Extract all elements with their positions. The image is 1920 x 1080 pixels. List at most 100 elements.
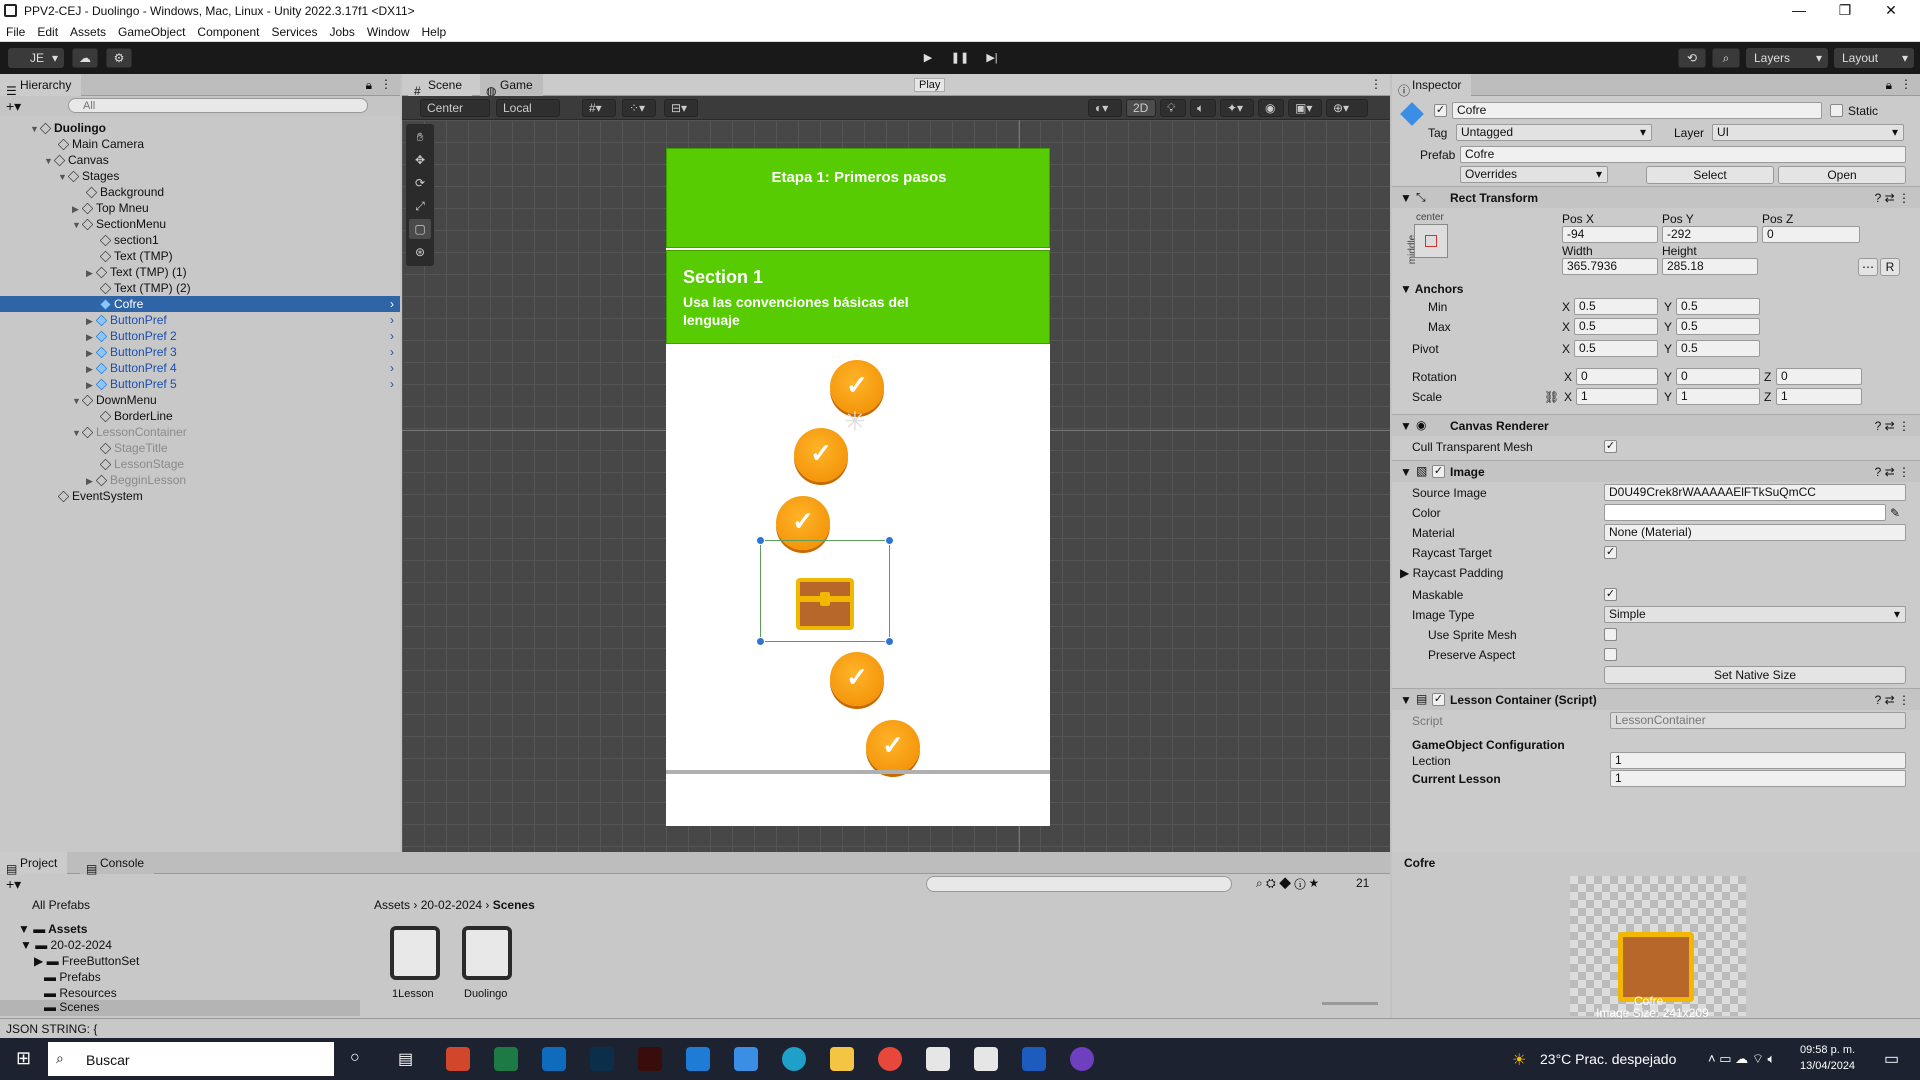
anchors-label[interactable]: ▼ Anchors (1400, 282, 1463, 296)
lesson-enabled-checkbox[interactable]: ✓ (1432, 693, 1445, 706)
breadcrumb-assets[interactable]: Assets (374, 898, 410, 912)
view-tool-hand-icon[interactable]: ✋︎ (409, 127, 431, 147)
menu-file[interactable]: File (6, 22, 25, 42)
raycast-padding-label[interactable]: ▶ Raycast Padding (1400, 566, 1503, 580)
hierarchy-item-buttonpref-2[interactable]: ▶ ButtonPref 2 › (0, 328, 400, 344)
menu-window[interactable]: Window (367, 22, 410, 42)
breadcrumb-date[interactable]: 20-02-2024 (421, 898, 482, 912)
pause-button[interactable]: ❚❚ (948, 49, 972, 67)
chevron-right-icon[interactable]: › (390, 312, 394, 328)
pivot-local-dropdown[interactable]: Local (496, 99, 560, 117)
audio-icon[interactable]: 🔈︎ (1190, 99, 1216, 117)
tab-scene[interactable]: # Scene (408, 74, 473, 98)
edge-icon[interactable] (782, 1047, 806, 1071)
tree-folder-date[interactable]: ▼ ▬ 20-02-2024 (20, 938, 112, 952)
grid-snap-icon[interactable]: #▾ (582, 99, 616, 117)
color-swatch[interactable] (1604, 504, 1886, 521)
hierarchy-item-stagetitle[interactable]: StageTitle (0, 440, 400, 456)
raw-edit-button[interactable]: R (1880, 258, 1900, 276)
tree-scenes[interactable]: ▬ Scenes (0, 1000, 360, 1016)
component-menu-icons[interactable]: ? ⇄ ⋮ (1875, 419, 1910, 433)
powerpoint-icon[interactable] (446, 1047, 470, 1071)
pos-z-field[interactable]: 0 (1762, 226, 1860, 243)
status-message[interactable]: JSON STRING: { (6, 1022, 97, 1036)
hierarchy-item-lessoncontainer[interactable]: ▼ LessonContainer (0, 424, 400, 440)
preserve-aspect-checkbox[interactable] (1604, 648, 1617, 661)
file-explorer-icon[interactable] (830, 1047, 854, 1071)
hierarchy-item-sectionmenu[interactable]: ▼ SectionMenu (0, 216, 400, 232)
current-lesson-field[interactable]: 1 (1610, 770, 1906, 787)
component-menu-icons[interactable]: ? ⇄ ⋮ (1875, 693, 1910, 707)
layout-dropdown[interactable]: Layout (1834, 48, 1914, 68)
lighting-icon[interactable]: 💡︎ (1160, 99, 1186, 117)
pivot-center-dropdown[interactable]: Center (420, 99, 490, 117)
close-button[interactable]: ✕ (1868, 0, 1914, 22)
github-icon[interactable] (1070, 1047, 1094, 1071)
open-button[interactable]: Open (1778, 166, 1906, 184)
effects-icon[interactable]: ✦▾ (1220, 99, 1254, 117)
chrome-icon[interactable] (878, 1047, 902, 1071)
ruler-icon[interactable]: ⊟▾ (664, 99, 698, 117)
image-header[interactable]: ▼ ▧ ✓ Image ? ⇄ ⋮ (1392, 460, 1920, 482)
word-icon[interactable] (1022, 1047, 1046, 1071)
breadcrumb-scenes[interactable]: Scenes (493, 898, 535, 912)
cull-checkbox[interactable]: ✓ (1604, 440, 1617, 453)
windows-start-icon[interactable]: ⊞ (16, 1048, 31, 1069)
set-native-size-button[interactable]: Set Native Size (1604, 666, 1906, 684)
project-search-input[interactable] (926, 876, 1232, 892)
hierarchy-item-buttonpref-3[interactable]: ▶ ButtonPref 3 › (0, 344, 400, 360)
visibility-icon[interactable]: ◉ (1258, 99, 1284, 117)
canvas-renderer-header[interactable]: ▼ ◉ Canvas Renderer ? ⇄ ⋮ (1392, 414, 1920, 436)
hierarchy-item-buttonpref-4[interactable]: ▶ ButtonPref 4 › (0, 360, 400, 376)
layers-dropdown[interactable]: Layers (1746, 48, 1828, 68)
selection-rect[interactable] (756, 536, 894, 646)
overrides-dropdown[interactable]: Overrides (1460, 166, 1608, 183)
component-menu-icons[interactable]: ? ⇄ ⋮ (1875, 191, 1910, 205)
cortana-icon[interactable]: ○ (350, 1049, 360, 1067)
menu-services[interactable]: Services (271, 22, 317, 42)
hierarchy-item-buttonpref-5[interactable]: ▶ ButtonPref 5 › (0, 376, 400, 392)
anchor-max-x-field[interactable]: 0.5 (1574, 318, 1658, 335)
history-icon[interactable]: ⟲ (1678, 48, 1706, 68)
maskable-checkbox[interactable]: ✓ (1604, 588, 1617, 601)
anchor-preset-button[interactable] (1414, 224, 1448, 258)
anchor-max-y-field[interactable]: 0.5 (1676, 318, 1760, 335)
hierarchy-search-input[interactable] (68, 98, 368, 113)
chevron-right-icon[interactable]: › (390, 296, 394, 312)
unity-scene-icon[interactable] (462, 926, 512, 980)
maximize-button[interactable]: ❐ (1822, 0, 1868, 22)
menu-jobs[interactable]: Jobs (329, 22, 354, 42)
menu-gameobject[interactable]: GameObject (118, 22, 185, 42)
hierarchy-item-background[interactable]: Background (0, 184, 400, 200)
select-button[interactable]: Select (1646, 166, 1774, 184)
scale-tool-icon[interactable]: ⤢ (409, 196, 431, 216)
rotation-x-field[interactable]: 0 (1576, 368, 1658, 385)
unity-scene-icon[interactable] (390, 926, 440, 980)
eyedropper-icon[interactable]: ✎ (1890, 506, 1900, 520)
menu-component[interactable]: Component (197, 22, 259, 42)
height-field[interactable]: 285.18 (1662, 258, 1758, 275)
search-icon[interactable]: ⌕ (1712, 48, 1740, 68)
resize-handle[interactable] (756, 637, 765, 646)
clock-time[interactable]: 09:58 p. m. (1800, 1044, 1855, 1056)
clock-date[interactable]: 13/04/2024 (1800, 1060, 1855, 1072)
unity-hub-icon[interactable] (926, 1047, 950, 1071)
hierarchy-item-canvas[interactable]: ▼ Canvas (0, 152, 400, 168)
resize-handle[interactable] (885, 637, 894, 646)
task-view-icon[interactable]: ▤ (398, 1049, 413, 1069)
rotation-z-field[interactable]: 0 (1776, 368, 1862, 385)
tree-assets[interactable]: ▼ ▬ Assets (18, 922, 87, 936)
unity-icon[interactable] (974, 1047, 998, 1071)
hierarchy-item-begginlesson[interactable]: ▶ BegginLesson (0, 472, 400, 488)
chevron-right-icon[interactable]: › (390, 376, 394, 392)
system-tray-icons[interactable]: ˄ ▭ ☁ ⌔ 🔈︎ (1708, 1051, 1775, 1067)
anchor-min-y-field[interactable]: 0.5 (1676, 298, 1760, 315)
blueprint-mode-button[interactable]: ⋯ (1858, 258, 1878, 276)
lesson-button-4[interactable] (830, 652, 884, 706)
tag-dropdown[interactable]: Untagged (1456, 124, 1652, 141)
lesson-button-2[interactable] (794, 428, 848, 482)
weather-text[interactable]: 23°C Prac. despejado (1540, 1051, 1676, 1067)
material-field[interactable]: None (Material) (1604, 524, 1906, 541)
asset-duolingo-label[interactable]: Duolingo (464, 988, 507, 1000)
step-button[interactable]: ▶| (980, 49, 1004, 67)
